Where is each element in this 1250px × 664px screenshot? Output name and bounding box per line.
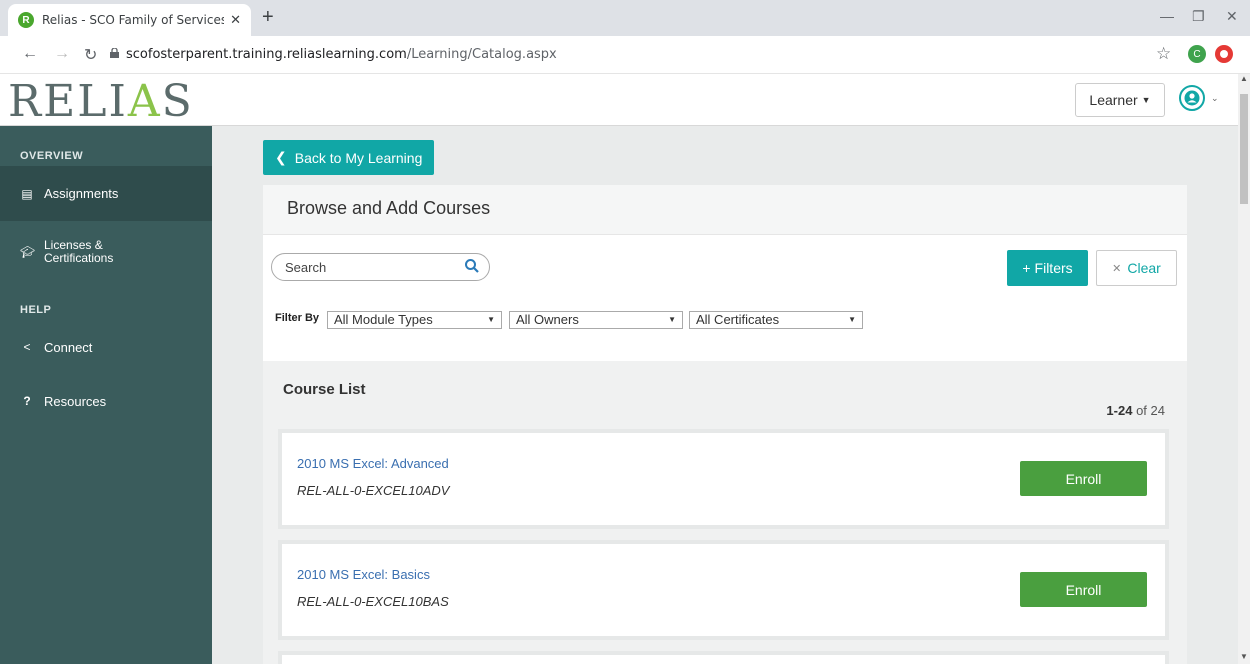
new-tab-icon[interactable]: + [262, 6, 274, 29]
sidebar-item-resources[interactable]: ? Resources [0, 386, 212, 416]
url-field[interactable]: scofosterparent.training.reliaslearning.… [126, 47, 557, 62]
result-count: 1-24 of 24 [1106, 403, 1165, 418]
owner-select[interactable]: All Owners ▼ [509, 311, 683, 329]
sidebar-item-connect[interactable]: < Connect [0, 332, 212, 362]
caret-down-icon: ▼ [848, 315, 856, 324]
scroll-up-icon[interactable]: ▲ [1240, 74, 1248, 83]
lock-icon [110, 48, 119, 58]
caret-down-icon: ▼ [1141, 95, 1151, 105]
certificate-select[interactable]: All Certificates ▼ [689, 311, 863, 329]
select-value: All Certificates [696, 312, 780, 327]
module-type-select[interactable]: All Module Types ▼ [327, 311, 502, 329]
enroll-button[interactable]: Enroll [1020, 461, 1147, 496]
sidebar-section-overview: OVERVIEW [20, 150, 84, 162]
filter-by-label: Filter By [275, 312, 320, 324]
browser-tab[interactable]: R Relias - SCO Family of Services Fo ✕ [8, 4, 251, 36]
course-card-partial [278, 651, 1169, 664]
sidebar: OVERVIEW ▤ Assignments 🎓︎ Licenses & Cer… [0, 126, 212, 664]
search-box[interactable] [271, 253, 490, 281]
logo-text-part: S [161, 76, 194, 127]
browser-tabbar: R Relias - SCO Family of Services Fo ✕ +… [0, 0, 1250, 36]
extension-icon[interactable] [1215, 45, 1233, 63]
logo-text-accent: A [127, 76, 162, 127]
enroll-button[interactable]: Enroll [1020, 572, 1147, 607]
sidebar-section-help: HELP [20, 304, 52, 316]
graduation-cap-icon: 🎓︎ [20, 245, 36, 259]
select-value: All Module Types [334, 312, 433, 327]
reload-icon[interactable]: ↻ [84, 45, 97, 65]
url-host: scofosterparent.training.reliaslearning.… [126, 47, 407, 62]
chevron-down-icon[interactable]: ⌄ [1211, 93, 1219, 104]
tab-title: Relias - SCO Family of Services Fo [42, 13, 225, 27]
panel-title: Browse and Add Courses [263, 185, 1187, 235]
browse-courses-panel: Browse and Add Courses + Filters ✕ Clear… [263, 185, 1187, 664]
forward-arrow-icon[interactable]: → [54, 45, 70, 63]
role-dropdown-button[interactable]: Learner ▼ [1075, 83, 1165, 117]
filters-button-label: Filters [1034, 260, 1073, 276]
sidebar-item-label: Licenses & Certifications [44, 238, 114, 265]
search-icon[interactable] [464, 258, 480, 274]
url-path: /Learning/Catalog.aspx [406, 47, 557, 62]
restore-icon[interactable]: ❐ [1192, 8, 1205, 25]
app-header: RELIAS Learner ▼ ⌄ [0, 74, 1238, 127]
logo-text-part: RELI [8, 76, 128, 127]
user-account-icon[interactable] [1179, 85, 1205, 111]
question-icon: ? [23, 394, 31, 408]
course-card: 2010 MS Excel: Advanced REL-ALL-0-EXCEL1… [278, 429, 1169, 529]
back-to-my-learning-button[interactable]: ❮ Back to My Learning [263, 140, 435, 175]
browser-addressbar: ← → ↻ scofosterparent.training.reliaslea… [0, 36, 1250, 74]
close-tab-icon[interactable]: ✕ [230, 12, 241, 28]
share-icon: < [23, 340, 31, 354]
page-scrollbar[interactable]: ▲ ▼ [1238, 74, 1250, 664]
course-list: Course List 1-24 of 24 2010 MS Excel: Ad… [263, 361, 1187, 664]
course-title-link[interactable]: 2010 MS Excel: Basics [297, 567, 430, 582]
count-range: 1-24 [1106, 403, 1133, 418]
profile-avatar[interactable]: C [1188, 45, 1206, 63]
select-value: All Owners [516, 312, 579, 327]
user-silhouette-icon [1184, 90, 1200, 106]
scroll-down-icon[interactable]: ▼ [1240, 652, 1248, 661]
course-card: 2010 MS Excel: Basics REL-ALL-0-EXCEL10B… [278, 540, 1169, 640]
caret-down-icon: ▼ [668, 315, 676, 324]
assignments-icon: ▤ [21, 186, 33, 201]
sidebar-item-assignments[interactable]: ▤ Assignments [0, 166, 212, 221]
plus-icon: + [1022, 260, 1031, 276]
bookmark-star-icon[interactable]: ☆ [1156, 44, 1171, 64]
sidebar-item-licenses[interactable]: 🎓︎ Licenses & Certifications [0, 230, 212, 274]
filters-button[interactable]: + Filters [1007, 250, 1088, 286]
course-list-title: Course List [283, 381, 366, 398]
search-input[interactable] [285, 260, 455, 275]
minimize-icon[interactable]: — [1160, 8, 1174, 24]
chevron-left-icon: ❮ [275, 149, 287, 165]
caret-down-icon: ▼ [487, 315, 495, 324]
clear-button-label: Clear [1127, 260, 1161, 276]
sidebar-item-label: Assignments [44, 186, 119, 201]
main-content: ❮ Back to My Learning Browse and Add Cou… [212, 126, 1238, 664]
role-label: Learner [1089, 92, 1138, 108]
course-title-link[interactable]: 2010 MS Excel: Advanced [297, 456, 449, 471]
close-icon: ✕ [1112, 262, 1122, 275]
relias-logo[interactable]: RELIAS [8, 76, 194, 127]
scroll-thumb[interactable] [1240, 94, 1248, 204]
course-code: REL-ALL-0-EXCEL10BAS [297, 594, 449, 609]
clear-button[interactable]: ✕ Clear [1096, 250, 1177, 286]
count-total: of 24 [1136, 403, 1165, 418]
back-button-label: Back to My Learning [294, 149, 423, 166]
sidebar-item-label: Resources [44, 393, 107, 409]
course-code: REL-ALL-0-EXCEL10ADV [297, 483, 450, 498]
relias-favicon-icon: R [18, 12, 34, 28]
back-arrow-icon[interactable]: ← [22, 45, 38, 63]
sidebar-item-label: Connect [44, 339, 93, 355]
close-window-icon[interactable]: ✕ [1226, 8, 1238, 25]
